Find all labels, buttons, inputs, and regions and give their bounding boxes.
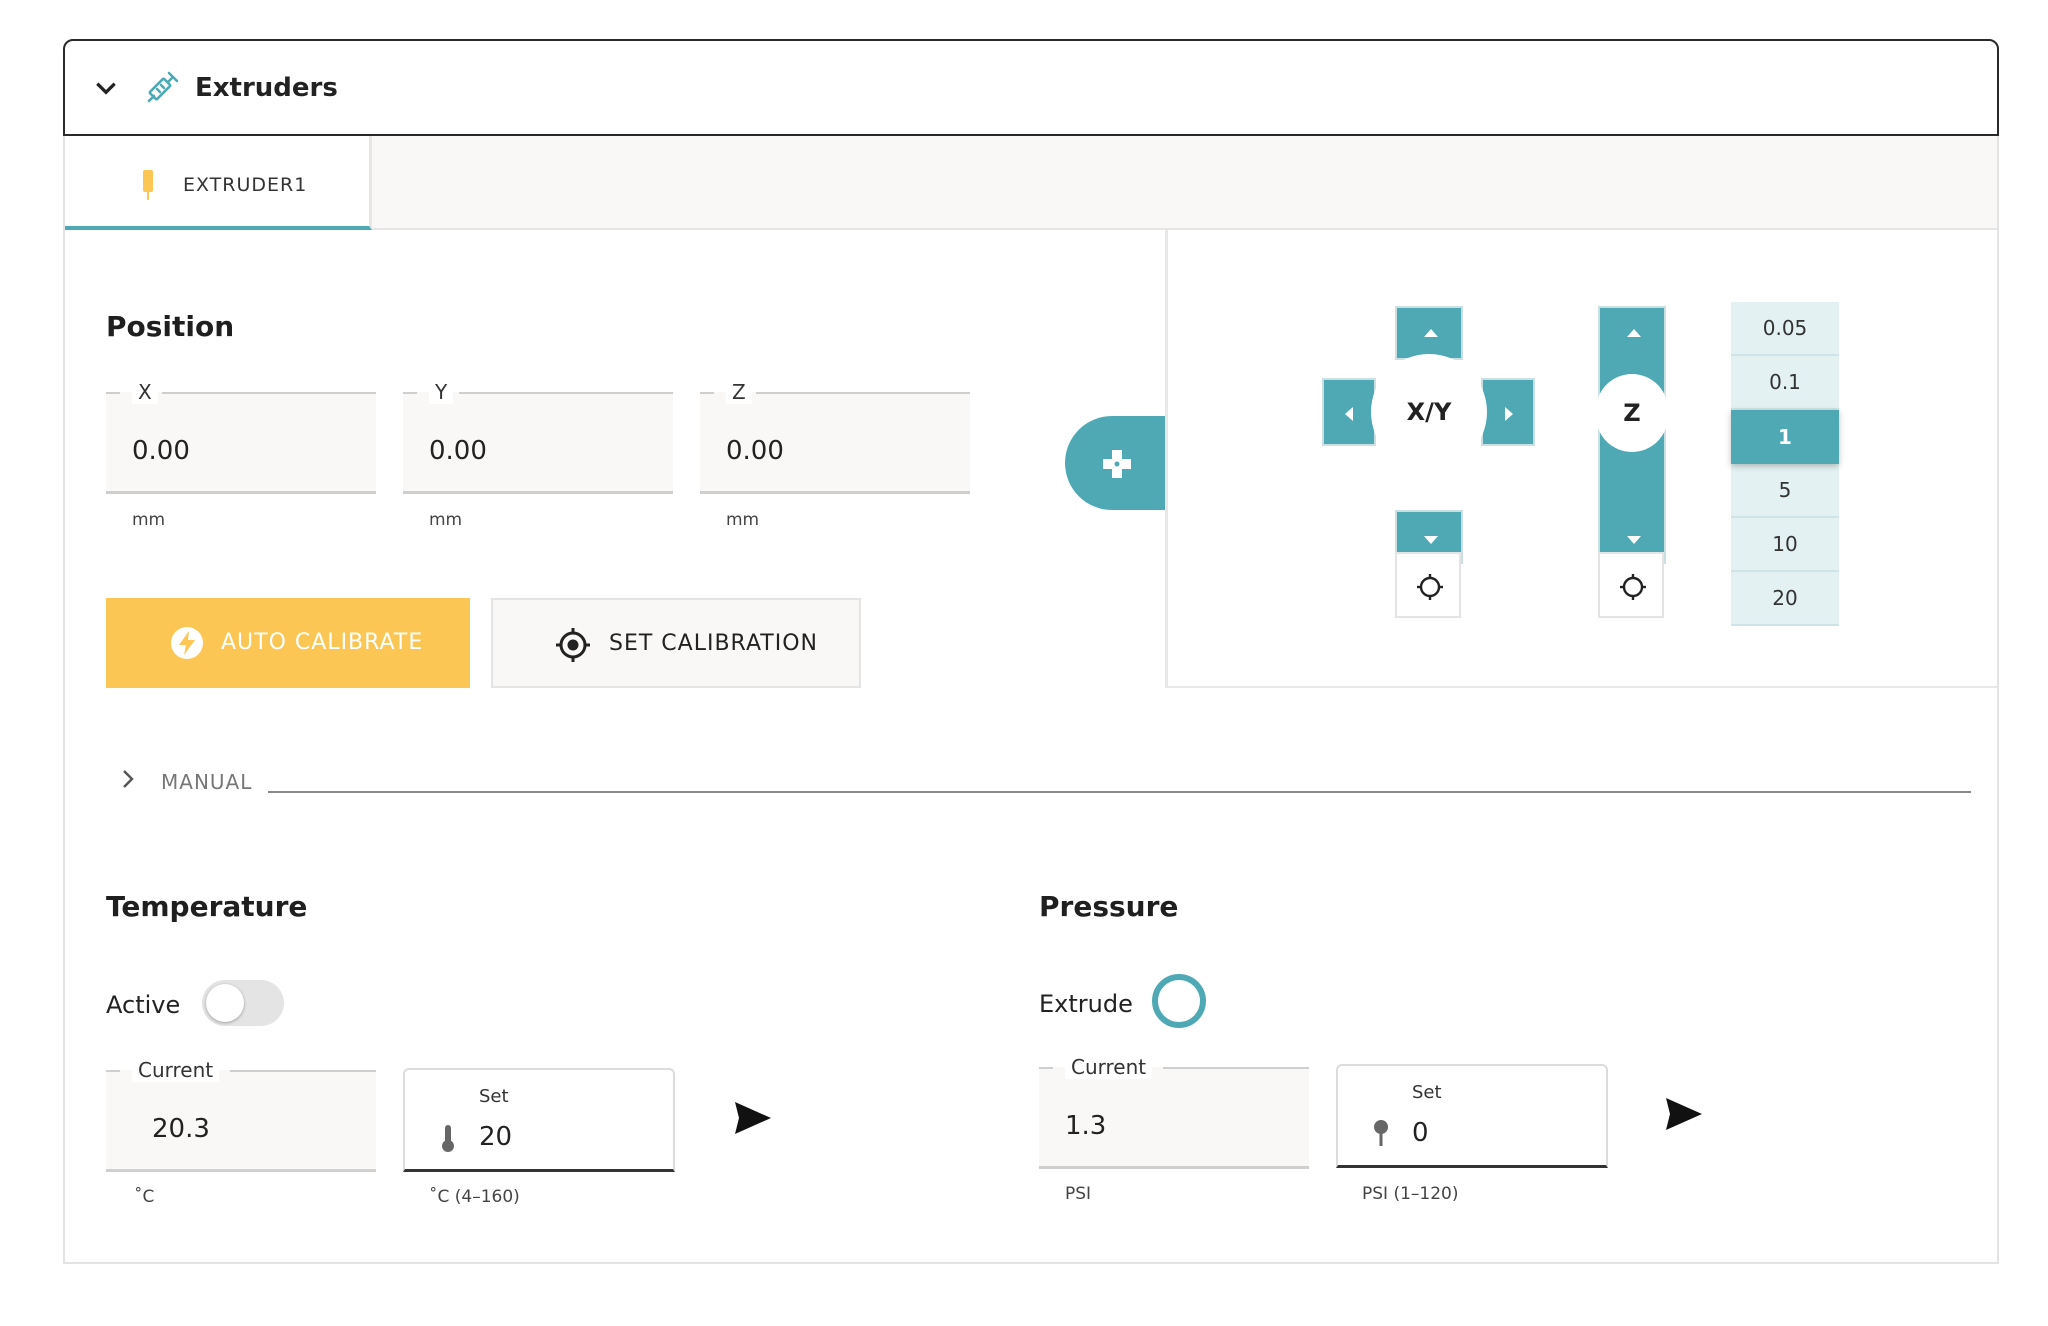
send-icon[interactable] bbox=[1664, 1096, 1704, 1132]
arrow-up-icon bbox=[1627, 329, 1641, 337]
crosshair-icon bbox=[1417, 574, 1443, 600]
thermometer-icon bbox=[442, 1125, 454, 1152]
z-field-value: 0.00 bbox=[726, 436, 784, 466]
chevron-down-icon[interactable] bbox=[93, 75, 119, 101]
home-z-button[interactable] bbox=[1598, 552, 1664, 618]
z-position-field[interactable]: Z 0.00 bbox=[700, 380, 970, 494]
x-position-field[interactable]: X 0.00 bbox=[106, 380, 376, 494]
pressure-current-field: Current 1.3 bbox=[1039, 1055, 1309, 1169]
pressure-current-label: Current bbox=[1065, 1055, 1153, 1079]
tab-label: EXTRUDER1 bbox=[183, 174, 308, 196]
pin-icon bbox=[143, 170, 153, 200]
y-position-field[interactable]: Y 0.00 bbox=[403, 380, 673, 494]
manual-section-toggle[interactable]: MANUAL bbox=[161, 770, 252, 794]
chevron-right-icon[interactable] bbox=[117, 768, 139, 790]
auto-calibrate-button[interactable]: AUTO CALIBRATE bbox=[106, 598, 470, 688]
position-heading: Position bbox=[106, 310, 235, 343]
temperature-current-label: Current bbox=[132, 1058, 220, 1082]
x-field-label: X bbox=[132, 380, 158, 404]
jog-y-plus-button[interactable] bbox=[1395, 306, 1463, 360]
z-pad-label: Z bbox=[1596, 374, 1668, 452]
temperature-set-unit: ˚C (4–160) bbox=[429, 1187, 520, 1207]
pressure-set-unit: PSI (1–120) bbox=[1362, 1184, 1459, 1204]
step-option[interactable]: 10 bbox=[1731, 518, 1839, 572]
arrow-down-icon bbox=[1627, 536, 1641, 544]
y-field-value: 0.00 bbox=[429, 436, 487, 466]
y-unit: mm bbox=[429, 510, 463, 530]
temperature-heading: Temperature bbox=[106, 890, 308, 923]
x-unit: mm bbox=[132, 510, 166, 530]
arrow-left-icon bbox=[1345, 407, 1353, 421]
step-option[interactable]: 0.1 bbox=[1731, 356, 1839, 410]
jog-panel bbox=[1165, 230, 1997, 688]
send-icon[interactable] bbox=[733, 1100, 773, 1136]
jog-x-minus-button[interactable] bbox=[1322, 378, 1376, 446]
temperature-set-label: Set bbox=[479, 1086, 509, 1107]
set-calibration-button[interactable]: SET CALIBRATION bbox=[491, 598, 861, 688]
extrude-label: Extrude bbox=[1039, 990, 1133, 1018]
step-option[interactable]: 5 bbox=[1731, 464, 1839, 518]
arrow-down-icon bbox=[1424, 536, 1438, 544]
step-option[interactable]: 20 bbox=[1731, 572, 1839, 626]
tab-extruder1[interactable]: EXTRUDER1 bbox=[65, 136, 372, 230]
home-xy-button[interactable] bbox=[1395, 552, 1461, 618]
temperature-current-value: 20.3 bbox=[152, 1114, 210, 1144]
manual-divider bbox=[268, 791, 1971, 793]
pressure-set-value: 0 bbox=[1412, 1118, 1429, 1148]
jog-z-plus-button[interactable] bbox=[1598, 306, 1666, 360]
extruders-header[interactable]: Extruders bbox=[63, 39, 1999, 136]
x-field-value: 0.00 bbox=[132, 436, 190, 466]
pressure-pin-icon bbox=[1374, 1120, 1388, 1146]
z-field-label: Z bbox=[726, 380, 752, 404]
arrow-up-icon bbox=[1424, 329, 1438, 337]
step-option-selected[interactable]: 1 bbox=[1731, 410, 1839, 464]
temperature-current-field: Current 20.3 bbox=[106, 1058, 376, 1172]
set-calibration-label: SET CALIBRATION bbox=[609, 631, 818, 656]
pressure-heading: Pressure bbox=[1039, 890, 1179, 923]
temperature-active-toggle[interactable] bbox=[202, 980, 284, 1026]
header-title: Extruders bbox=[195, 73, 338, 103]
step-size-selector: 0.05 0.1 1 5 10 20 bbox=[1731, 302, 1839, 626]
jog-panel-toggle[interactable] bbox=[1065, 416, 1168, 510]
pressure-set-input[interactable]: Set 0 bbox=[1336, 1064, 1608, 1168]
temperature-set-input[interactable]: Set 20 bbox=[403, 1068, 675, 1172]
auto-calibrate-label: AUTO CALIBRATE bbox=[221, 630, 424, 655]
jog-x-plus-button[interactable] bbox=[1481, 378, 1535, 446]
step-option[interactable]: 0.05 bbox=[1731, 302, 1839, 356]
y-field-label: Y bbox=[429, 380, 454, 404]
toggle-knob bbox=[206, 984, 244, 1022]
temperature-set-value: 20 bbox=[479, 1122, 513, 1152]
syringe-icon bbox=[147, 71, 179, 103]
arrow-right-icon bbox=[1505, 407, 1513, 421]
temperature-current-unit: ˚C bbox=[134, 1187, 155, 1207]
crosshair-icon bbox=[556, 628, 590, 662]
extrude-toggle[interactable] bbox=[1152, 974, 1206, 1028]
extruder-panel: EXTRUDER1 Position X 0.00 mm Y 0.00 mm Z… bbox=[63, 136, 1999, 1264]
xy-pad-label: X/Y bbox=[1371, 354, 1487, 470]
active-label: Active bbox=[106, 991, 181, 1019]
pressure-set-label: Set bbox=[1412, 1082, 1442, 1103]
gamepad-icon bbox=[1103, 450, 1131, 478]
lightning-icon bbox=[171, 627, 203, 659]
pressure-current-unit: PSI bbox=[1065, 1184, 1092, 1204]
pressure-current-value: 1.3 bbox=[1065, 1111, 1107, 1141]
z-unit: mm bbox=[726, 510, 760, 530]
crosshair-icon bbox=[1620, 574, 1646, 600]
